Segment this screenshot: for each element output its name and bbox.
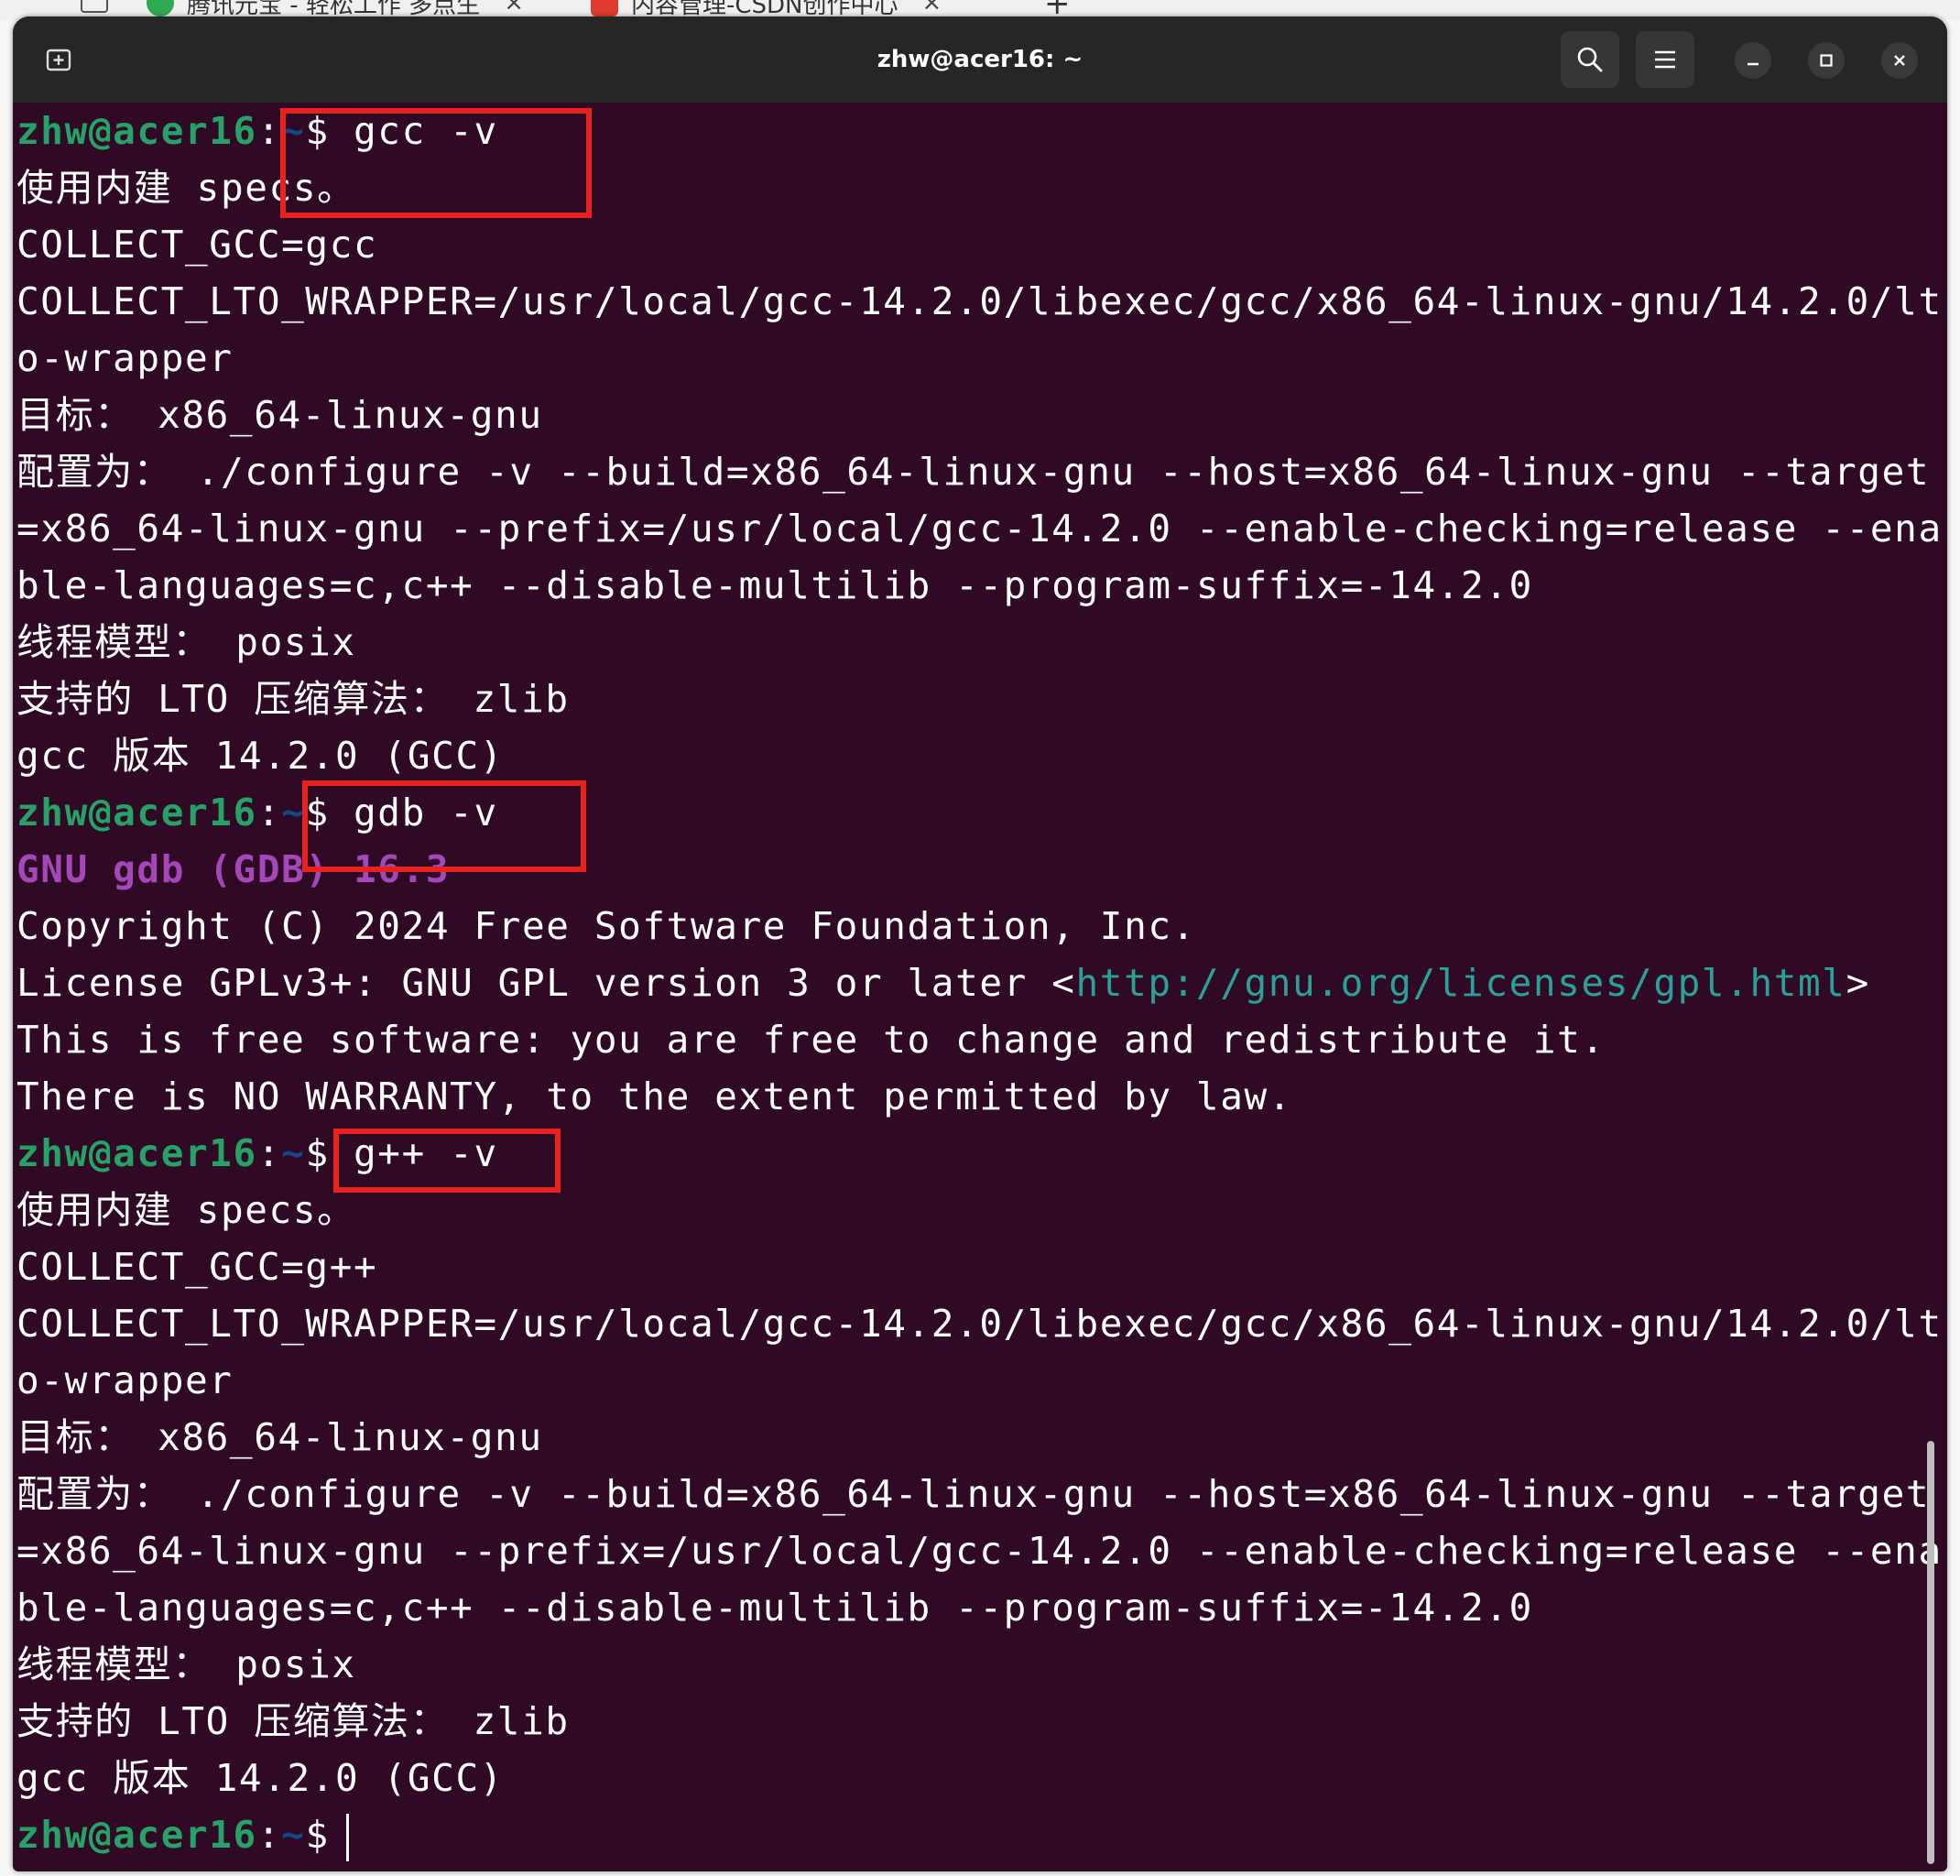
prompt-user-host: zhw@acer16 xyxy=(16,1813,257,1857)
prompt-path: ~ xyxy=(281,1131,306,1175)
csdn-favicon-icon xyxy=(591,0,618,16)
output-line: 线程模型： posix xyxy=(16,1642,356,1686)
prompt-user-host: zhw@acer16 xyxy=(16,1131,257,1175)
output-line: COLLECT_LTO_WRAPPER=/usr/local/gcc-14.2.… xyxy=(16,279,1943,323)
browser-tab-csdn[interactable]: 内容管理-CSDN创作中心 × xyxy=(591,0,942,19)
search-icon xyxy=(1577,47,1603,72)
highlight-box-gdb xyxy=(302,780,586,872)
tab-close-icon[interactable]: × xyxy=(922,0,942,16)
output-line: gcc 版本 14.2.0 (GCC) xyxy=(16,734,505,778)
scrollbar-thumb[interactable] xyxy=(1927,1441,1934,1864)
browser-tab-yuanbao[interactable]: 腾讯元宝 - 轻松工作 多点生 × xyxy=(147,0,524,19)
terminal-window: zhw@acer16: ~ zhw@acer16:~$ gcc -v 使用内建 … xyxy=(13,16,1947,1871)
yuanbao-favicon-icon xyxy=(147,0,174,16)
license-suffix: > xyxy=(1846,961,1870,1005)
output-line: COLLECT_GCC=gcc xyxy=(16,223,378,267)
output-line: gcc 版本 14.2.0 (GCC) xyxy=(16,1756,505,1800)
output-line: 配置为： ./configure -v --build=x86_64-linux… xyxy=(16,450,1931,494)
new-tab-icon xyxy=(46,49,71,71)
close-icon xyxy=(1894,55,1905,66)
output-line: Copyright (C) 2024 Free Software Foundat… xyxy=(16,904,1196,948)
license-url[interactable]: http://gnu.org/licenses/gpl.html xyxy=(1076,961,1846,1005)
output-line: 目标： x86_64-linux-gnu xyxy=(16,393,543,437)
output-line: 支持的 LTO 压缩算法： zlib xyxy=(16,1699,570,1743)
highlight-box-gpp xyxy=(333,1129,561,1193)
menu-button[interactable] xyxy=(1636,31,1694,88)
minimize-button[interactable] xyxy=(1735,42,1771,79)
output-line: There is NO WARRANTY, to the extent perm… xyxy=(16,1074,1293,1118)
output-line: 支持的 LTO 压缩算法： zlib xyxy=(16,677,570,721)
output-line: =x86_64-linux-gnu --prefix=/usr/local/gc… xyxy=(16,1529,1943,1573)
prompt-separator: : xyxy=(256,1131,282,1175)
license-prefix: License GPLv3+: GNU GPL version 3 or lat… xyxy=(16,961,1076,1005)
prompt-line-current: zhw@acer16:~$ xyxy=(16,1806,349,1863)
prompt-symbol: $ xyxy=(305,1813,330,1857)
output-line: 使用内建 specs。 xyxy=(16,1188,356,1232)
search-button[interactable] xyxy=(1561,31,1619,88)
output-line: =x86_64-linux-gnu --prefix=/usr/local/gc… xyxy=(16,507,1943,551)
prompt-user-host: zhw@acer16 xyxy=(16,791,257,834)
text-cursor xyxy=(345,1814,349,1861)
prompt-separator: : xyxy=(256,1813,282,1857)
new-tab-button[interactable] xyxy=(29,31,88,88)
prompt-symbol: $ xyxy=(305,1131,330,1175)
close-button[interactable] xyxy=(1881,42,1918,79)
prompt-separator: : xyxy=(256,791,282,834)
prompt-path: ~ xyxy=(281,1813,306,1857)
output-line: COLLECT_GCC=g++ xyxy=(16,1245,378,1289)
maximize-icon xyxy=(1820,54,1833,67)
output-line: o-wrapper xyxy=(16,336,234,380)
output-line: 配置为： ./configure -v --build=x86_64-linux… xyxy=(16,1472,1931,1516)
output-line: o-wrapper xyxy=(16,1358,234,1402)
maximize-button[interactable] xyxy=(1808,42,1845,79)
terminal-output[interactable]: zhw@acer16:~$ gcc -v 使用内建 specs。 COLLECT… xyxy=(16,103,1943,1871)
title-bar: zhw@acer16: ~ xyxy=(13,16,1947,103)
sidebar-toggle-icon[interactable] xyxy=(81,0,108,13)
output-line: 线程模型： posix xyxy=(16,620,356,664)
prompt-user-host: zhw@acer16 xyxy=(16,109,257,153)
tab-close-icon[interactable]: × xyxy=(504,0,524,16)
license-line: License GPLv3+: GNU GPL version 3 or lat… xyxy=(16,954,1870,1011)
output-line: COLLECT_LTO_WRAPPER=/usr/local/gcc-14.2.… xyxy=(16,1302,1943,1346)
output-line: This is free software: you are free to c… xyxy=(16,1018,1606,1062)
hamburger-menu-icon xyxy=(1655,50,1675,69)
prompt-separator: : xyxy=(256,109,282,153)
highlight-box-gcc xyxy=(280,108,592,218)
output-line: ble-languages=c,c++ --disable-multilib -… xyxy=(16,1586,1533,1630)
output-line: 目标： x86_64-linux-gnu xyxy=(16,1415,543,1459)
output-line: ble-languages=c,c++ --disable-multilib -… xyxy=(16,563,1533,607)
minimize-icon xyxy=(1748,62,1759,66)
